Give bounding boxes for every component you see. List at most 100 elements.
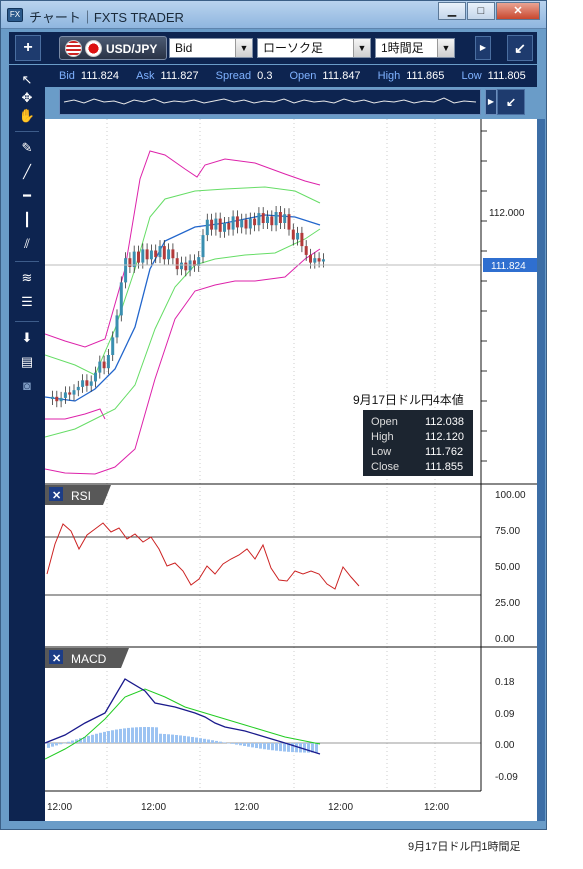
title-bar[interactable]: FX チャート｜FXTS TRADER ▁ □ ✕ bbox=[1, 1, 546, 29]
bollinger-upper bbox=[44, 150, 321, 348]
macd-bar bbox=[271, 743, 274, 751]
candle bbox=[278, 212, 282, 223]
candle bbox=[205, 219, 209, 236]
camera-tool[interactable]: ◙ bbox=[17, 377, 37, 395]
time-axis-label: 12:00 bbox=[141, 802, 166, 813]
add-chart-button[interactable]: + bbox=[15, 35, 41, 61]
bid-label: Bid bbox=[59, 70, 75, 82]
scrollbar[interactable] bbox=[537, 119, 545, 821]
candle bbox=[274, 212, 278, 226]
ticker-next-button[interactable]: ▶ bbox=[485, 89, 497, 115]
pencil-tool[interactable]: ✎ bbox=[17, 139, 37, 157]
candle bbox=[266, 216, 269, 223]
indicator-list-tool[interactable]: ☰ bbox=[17, 293, 37, 311]
macd-bar bbox=[135, 727, 138, 743]
time-axis: 12:00 12:00 12:00 12:00 12:00 bbox=[47, 802, 449, 813]
macd-bar bbox=[111, 730, 114, 743]
time-axis-label: 12:00 bbox=[328, 802, 353, 813]
macd-bar bbox=[295, 743, 298, 753]
macd-bar bbox=[315, 743, 318, 753]
candle bbox=[184, 262, 188, 271]
toolbar-scroll-right[interactable]: ▶ bbox=[475, 36, 491, 60]
chart-canvas[interactable]: 112.000 111.824 9月17日ドル円4本値 Open 112.038… bbox=[44, 119, 537, 821]
candle bbox=[124, 258, 128, 283]
open-value: 111.847 bbox=[322, 70, 361, 82]
macd-bar bbox=[235, 743, 238, 745]
macd-bar bbox=[203, 738, 206, 743]
main-price-panel: 112.000 111.824 9月17日ドル円4本値 Open 112.038… bbox=[44, 150, 537, 476]
close-button[interactable]: ✕ bbox=[496, 2, 540, 20]
candle bbox=[55, 396, 59, 402]
macd-bar bbox=[119, 728, 122, 743]
macd-bar bbox=[279, 743, 282, 752]
low-value: 111.805 bbox=[487, 70, 526, 82]
macd-bar bbox=[303, 743, 306, 753]
crosshair-tool[interactable]: ✥ bbox=[17, 89, 37, 107]
tool-divider bbox=[15, 131, 39, 132]
price-type-select[interactable]: Bid ▼ bbox=[169, 38, 253, 58]
candle bbox=[68, 392, 72, 395]
current-price-value: 111.824 bbox=[491, 261, 526, 272]
high-value: 111.865 bbox=[406, 70, 445, 82]
fibonacci-tool[interactable]: ≋ bbox=[17, 269, 37, 287]
price-type-value: Bid bbox=[175, 41, 193, 55]
macd-bar bbox=[59, 743, 62, 745]
macd-bar bbox=[123, 728, 126, 743]
macd-bar bbox=[247, 743, 250, 747]
candle bbox=[81, 380, 85, 387]
zoom-fit-button[interactable]: ↙ bbox=[497, 89, 525, 115]
currency-pair-button[interactable]: USD/JPY bbox=[59, 36, 167, 60]
macd-bar bbox=[191, 736, 194, 743]
candle bbox=[214, 218, 218, 230]
pointer-tool[interactable]: ↖ bbox=[17, 71, 37, 89]
candle bbox=[218, 218, 222, 232]
rsi-axis-label: 50.00 bbox=[495, 562, 520, 573]
horizontal-line-tool[interactable]: ━ bbox=[17, 187, 37, 205]
candle bbox=[309, 254, 312, 263]
expand-button[interactable]: ↙ bbox=[507, 35, 533, 61]
maximize-button[interactable]: □ bbox=[467, 2, 495, 20]
candle bbox=[283, 214, 287, 223]
rsi-axis-label: 100.00 bbox=[495, 490, 526, 501]
chart-type-select[interactable]: ローソク足 ▼ bbox=[257, 38, 371, 58]
timeframe-select[interactable]: 1時間足 ▼ bbox=[375, 38, 455, 58]
candle bbox=[102, 361, 106, 369]
candle bbox=[98, 361, 102, 373]
candle bbox=[167, 249, 171, 260]
tick-sparkline[interactable] bbox=[59, 89, 481, 115]
rsi-line bbox=[46, 522, 360, 590]
macd-bar bbox=[95, 733, 98, 743]
candle bbox=[128, 258, 132, 267]
rsi-axis-label: 75.00 bbox=[495, 526, 520, 537]
macd-bar bbox=[87, 735, 90, 743]
candle bbox=[115, 315, 119, 338]
tooltip-title: 9月17日ドル円4本値 bbox=[353, 392, 464, 407]
minimize-button[interactable]: ▁ bbox=[438, 2, 466, 20]
trend-line-tool[interactable]: ╱ bbox=[17, 163, 37, 181]
macd-bar bbox=[211, 740, 214, 743]
macd-axis-label: -0.09 bbox=[495, 772, 518, 783]
bid-value: 111.824 bbox=[80, 70, 120, 82]
macd-bar bbox=[51, 743, 54, 747]
candle bbox=[227, 223, 231, 230]
tool-divider bbox=[15, 321, 39, 322]
table-tool[interactable]: ▤ bbox=[17, 353, 37, 371]
rsi-axis-label: 0.00 bbox=[495, 634, 515, 645]
macd-bar bbox=[171, 734, 174, 743]
candle bbox=[154, 250, 158, 258]
channel-tool[interactable]: ⫽ bbox=[17, 235, 37, 253]
ask-label: Ask bbox=[136, 70, 155, 82]
chart-area[interactable]: 112.000 111.824 9月17日ドル円4本値 Open 112.038… bbox=[44, 119, 537, 821]
ask-value: 111.827 bbox=[160, 70, 199, 82]
spread-label: Spread bbox=[215, 70, 252, 82]
macd-bar bbox=[159, 733, 162, 743]
quote-bar: Bid 111.824 Ask 111.827 Spread 0.3 Open 111.… bbox=[45, 65, 537, 87]
rsi-axis: 100.00 75.00 50.00 25.00 0.00 bbox=[495, 490, 526, 645]
hand-tool[interactable]: ✋ bbox=[17, 107, 37, 125]
candle bbox=[51, 396, 54, 399]
candle bbox=[89, 381, 93, 386]
vertical-line-tool[interactable]: ┃ bbox=[17, 211, 37, 229]
footer-caption: 9月17日ドル円1時間足 bbox=[408, 841, 521, 853]
download-tool[interactable]: ⬇ bbox=[17, 329, 37, 347]
macd-bar bbox=[147, 727, 150, 743]
